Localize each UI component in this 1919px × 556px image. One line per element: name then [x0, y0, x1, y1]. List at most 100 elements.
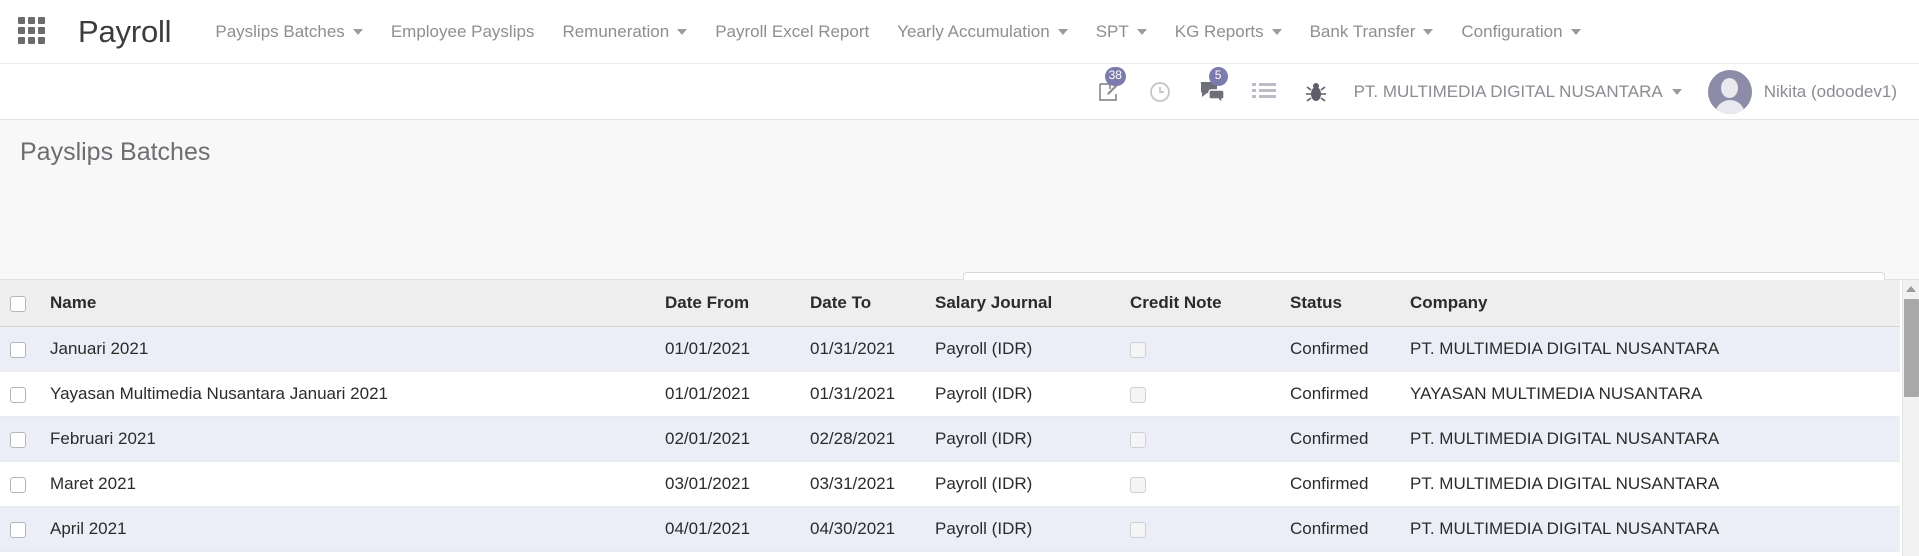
column-header-credit-note[interactable]: Credit Note [1120, 280, 1280, 327]
avatar [1707, 69, 1752, 114]
cell-name: Yayasan Multimedia Nusantara Januari 202… [40, 371, 655, 417]
cell-company: PT. MULTIMEDIA DIGITAL NUSANTARA [1400, 506, 1900, 552]
menu-label: Yearly Accumulation [897, 21, 1050, 41]
menu-employee-payslips[interactable]: Employee Payslips [377, 14, 549, 50]
column-header-status[interactable]: Status [1280, 280, 1400, 327]
cell-date-from: 01/01/2021 [655, 326, 800, 372]
menu-label: Bank Transfer [1309, 21, 1416, 41]
menu-label: Remuneration [562, 21, 670, 41]
app-brand-payroll[interactable]: Payroll [78, 14, 172, 50]
table-row[interactable]: Februari 2021 02/01/2021 02/28/2021 Payr… [0, 416, 1900, 462]
cell-status: Confirmed [1280, 416, 1400, 462]
systray-icons: 38 5 [1092, 66, 1332, 108]
table-head: Name Date From Date To Salary Journal Cr… [0, 280, 1900, 327]
column-header-company[interactable]: Company [1400, 280, 1900, 327]
company-switcher[interactable]: PT. MULTIMEDIA DIGITAL NUSANTARA [1354, 82, 1682, 102]
chevron-down-icon [1671, 88, 1682, 95]
chevron-down-icon [352, 28, 363, 35]
control-panel: Payslips Batches Create Import Export ✖ … [0, 120, 1919, 365]
user-menu-label: Nikita (odoodev1) [1763, 81, 1897, 101]
cell-company: YAYASAN MULTIMEDIA NUSANTARA [1400, 371, 1900, 417]
menu-label: SPT [1095, 21, 1129, 41]
credit-note-checkbox[interactable] [1130, 341, 1146, 358]
cell-credit-note [1120, 506, 1280, 552]
row-select-cell [0, 326, 40, 372]
scroll-up-arrow-icon[interactable] [1903, 280, 1919, 297]
table-row[interactable]: Maret 2021 03/01/2021 03/31/2021 Payroll… [0, 461, 1900, 507]
debug-bug-icon[interactable] [1300, 76, 1332, 108]
menu-label: Payslips Batches [215, 21, 345, 41]
menu-configuration[interactable]: Configuration [1447, 14, 1594, 50]
credit-note-checkbox[interactable] [1130, 476, 1146, 493]
row-checkbox[interactable] [10, 521, 26, 538]
credit-note-checkbox[interactable] [1130, 386, 1146, 403]
cell-date-to: 04/30/2021 [800, 506, 925, 552]
menu-label: Employee Payslips [390, 21, 535, 41]
menu-label: Configuration [1461, 21, 1563, 41]
scrollbar-thumb[interactable] [1904, 299, 1919, 397]
menu-remuneration[interactable]: Remuneration [548, 14, 701, 50]
clock-icon[interactable] [1144, 76, 1176, 108]
table-header-row: Name Date From Date To Salary Journal Cr… [0, 280, 1900, 327]
cell-credit-note [1120, 326, 1280, 372]
cell-date-to: 01/31/2021 [800, 326, 925, 372]
top-navbar: Payroll Payslips Batches Employee Paysli… [0, 0, 1919, 64]
row-select-cell [0, 506, 40, 552]
activities-badge: 38 [1104, 66, 1126, 86]
menu-payslips-batches[interactable]: Payslips Batches [201, 14, 376, 50]
menu-payroll-excel-report[interactable]: Payroll Excel Report [701, 14, 883, 50]
cell-date-to: 01/31/2021 [800, 371, 925, 417]
select-all-checkbox[interactable] [10, 295, 26, 312]
column-header-salary-journal[interactable]: Salary Journal [925, 280, 1120, 327]
cell-salary-journal: Payroll (IDR) [925, 461, 1120, 507]
messages-icon[interactable]: 5 [1196, 66, 1228, 108]
cell-name: Januari 2021 [40, 326, 655, 372]
chevron-down-icon [677, 28, 688, 35]
select-all-header [0, 280, 40, 327]
row-select-cell [0, 416, 40, 462]
row-checkbox[interactable] [10, 386, 26, 403]
activities-icon[interactable]: 38 [1092, 66, 1126, 108]
menu-kg-reports[interactable]: KG Reports [1161, 14, 1296, 50]
menu-label: Payroll Excel Report [715, 21, 870, 41]
column-header-name[interactable]: Name [40, 280, 655, 327]
column-header-date-from[interactable]: Date From [655, 280, 800, 327]
cell-salary-journal: Payroll (IDR) [925, 326, 1120, 372]
apps-grid-icon[interactable] [18, 16, 48, 47]
cell-status: Confirmed [1280, 326, 1400, 372]
cell-name: Februari 2021 [40, 416, 655, 462]
payslips-batches-table: Name Date From Date To Salary Journal Cr… [0, 280, 1900, 552]
column-header-date-to[interactable]: Date To [800, 280, 925, 327]
page-title: Payslips Batches [20, 138, 211, 166]
cell-company: PT. MULTIMEDIA DIGITAL NUSANTARA [1400, 461, 1900, 507]
cell-status: Confirmed [1280, 506, 1400, 552]
cell-credit-note [1120, 371, 1280, 417]
messages-badge: 5 [1208, 66, 1228, 86]
row-select-cell [0, 371, 40, 417]
vertical-scrollbar[interactable] [1902, 280, 1919, 556]
menu-bank-transfer[interactable]: Bank Transfer [1296, 14, 1448, 50]
menu-spt[interactable]: SPT [1082, 14, 1161, 50]
user-menu[interactable]: Nikita (odoodev1) [1707, 69, 1897, 114]
cell-salary-journal: Payroll (IDR) [925, 371, 1120, 417]
list-icon[interactable] [1248, 76, 1280, 108]
table-row[interactable]: Januari 2021 01/01/2021 01/31/2021 Payro… [0, 326, 1900, 372]
menu-yearly-accumulation[interactable]: Yearly Accumulation [883, 14, 1081, 50]
menu-label: KG Reports [1174, 21, 1264, 41]
row-checkbox[interactable] [10, 431, 26, 448]
cell-status: Confirmed [1280, 371, 1400, 417]
cell-salary-journal: Payroll (IDR) [925, 506, 1120, 552]
row-checkbox[interactable] [10, 341, 26, 358]
chevron-down-icon [1423, 28, 1434, 35]
cell-company: PT. MULTIMEDIA DIGITAL NUSANTARA [1400, 416, 1900, 462]
table-row[interactable]: Yayasan Multimedia Nusantara Januari 202… [0, 371, 1900, 417]
main-menu: Payslips Batches Employee Payslips Remun… [201, 14, 1594, 50]
cell-credit-note [1120, 461, 1280, 507]
credit-note-checkbox[interactable] [1130, 431, 1146, 448]
systray-row: 38 5 PT. MULTIMEDIA DIGITAL NUSANTARA Ni… [0, 64, 1919, 120]
cell-date-from: 04/01/2021 [655, 506, 800, 552]
credit-note-checkbox[interactable] [1130, 521, 1146, 538]
table-row[interactable]: April 2021 04/01/2021 04/30/2021 Payroll… [0, 506, 1900, 552]
cell-credit-note [1120, 416, 1280, 462]
row-checkbox[interactable] [10, 476, 26, 493]
